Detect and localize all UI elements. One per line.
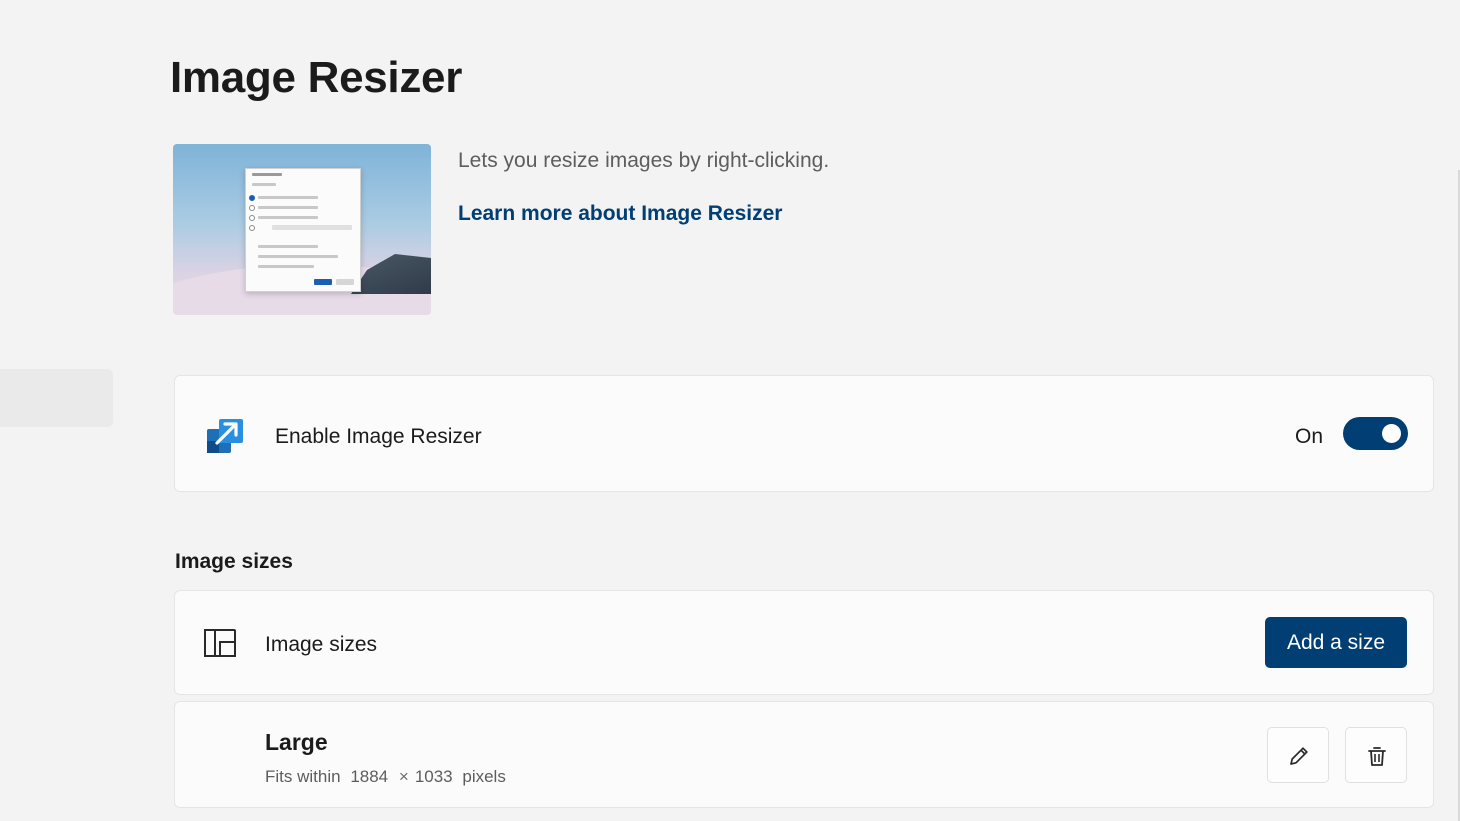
fit-prefix: Fits within bbox=[265, 767, 341, 786]
dialog-preview bbox=[245, 168, 361, 292]
image-resizer-app-icon bbox=[207, 419, 243, 453]
size-description: Fits within 1884 × 1033 pixels bbox=[265, 766, 506, 788]
delete-size-button[interactable] bbox=[1345, 727, 1407, 783]
toggle-state-label: On bbox=[1294, 425, 1323, 448]
image-sizes-card: Image sizes Add a size bbox=[174, 590, 1434, 695]
times-symbol: × bbox=[398, 767, 409, 786]
hero-description: Lets you resize images by right-clicking… bbox=[458, 149, 830, 172]
size-width: 1884 bbox=[350, 767, 389, 786]
pencil-icon bbox=[1290, 747, 1308, 765]
size-item-large: Large Fits within 1884 × 1033 pixels bbox=[174, 701, 1434, 808]
image-resizer-preview-image bbox=[173, 144, 431, 315]
image-sizes-section-header: Image sizes bbox=[175, 550, 293, 573]
toggle-knob bbox=[1382, 424, 1401, 443]
page-title: Image Resizer bbox=[170, 53, 463, 102]
size-unit: pixels bbox=[462, 767, 506, 786]
settings-page: Image Resizer Lets you resize images by … bbox=[0, 0, 1460, 821]
nav-selected-item[interactable] bbox=[0, 369, 113, 427]
image-sizes-label: Image sizes bbox=[265, 633, 378, 656]
enable-image-resizer-toggle[interactable] bbox=[1343, 417, 1408, 450]
edit-size-button[interactable] bbox=[1267, 727, 1329, 783]
learn-more-link[interactable]: Learn more about Image Resizer bbox=[458, 201, 782, 227]
image-sizes-icon bbox=[204, 629, 236, 657]
enable-image-resizer-label: Enable Image Resizer bbox=[275, 425, 482, 448]
add-size-button[interactable]: Add a size bbox=[1265, 617, 1407, 668]
size-height: 1033 bbox=[414, 767, 453, 786]
trash-icon bbox=[1368, 747, 1386, 766]
size-name: Large bbox=[265, 729, 328, 755]
enable-image-resizer-card: Enable Image Resizer On bbox=[174, 375, 1434, 492]
